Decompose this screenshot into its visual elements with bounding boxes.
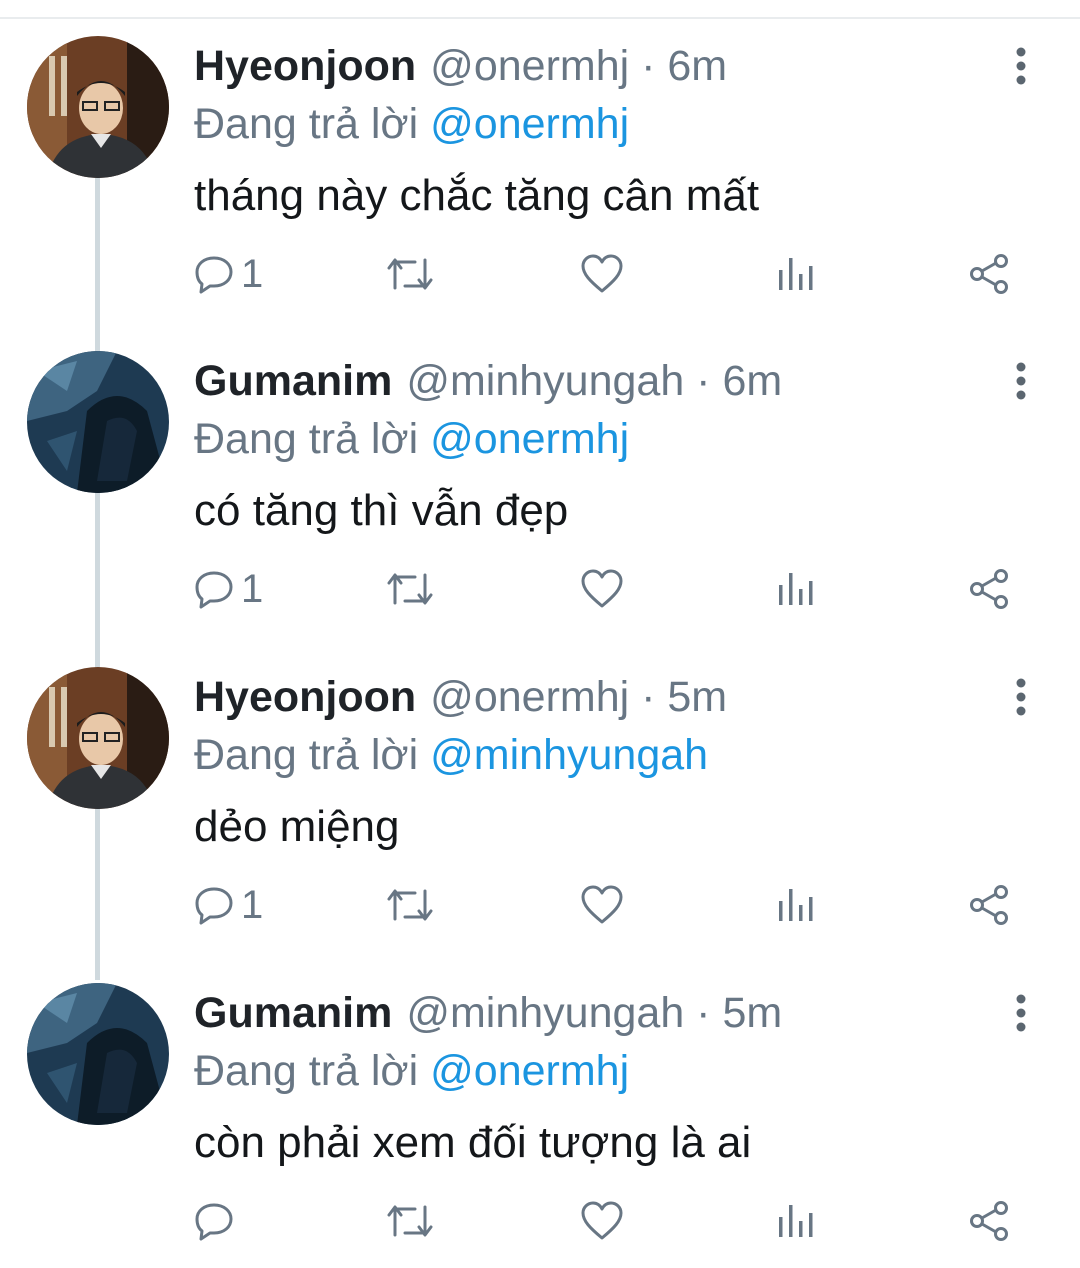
replying-label: Đang trả lời [194,100,419,148]
share-icon [970,254,1008,294]
share-icon [970,885,1008,925]
display-name[interactable]: Gumanim [194,357,392,405]
avatar[interactable] [27,351,169,493]
tweet[interactable]: Hyeonjoon @onermhj · 6m Đang trả lời @one… [0,0,1080,316]
action-bar [0,1191,1080,1251]
analytics-button[interactable] [776,244,816,304]
action-bar: 1 [0,559,1080,619]
reply-count: 1 [241,252,264,296]
more-vertical-icon[interactable] [1004,677,1038,717]
heart-icon [581,254,623,293]
avatar-photo-gumanim [27,983,169,1125]
retweet-icon [387,258,433,290]
heart-icon [581,885,623,924]
handle-and-time: @onermhj · 6m [430,42,728,90]
tweet[interactable]: Gumanim @minhyungah · 5m Đang trả lời @on… [0,947,1080,1263]
avatar[interactable] [27,983,169,1125]
retweet-button[interactable] [385,244,435,304]
reply-icon [195,571,233,609]
reply-mention-link[interactable]: @onermhj [430,1047,629,1095]
like-button[interactable] [580,244,624,304]
reply-mention-link[interactable]: @onermhj [430,415,629,463]
tweet-header: Hyeonjoon @onermhj · 6m [194,38,727,94]
analytics-icon [779,258,813,290]
heart-icon [581,1201,623,1240]
like-button[interactable] [580,1191,624,1251]
avatar-photo-gumanim [27,351,169,493]
tweet-header: Gumanim @minhyungah · 6m [194,353,782,409]
more-vertical-icon[interactable] [1004,993,1038,1033]
more-vertical-icon[interactable] [1004,46,1038,86]
retweet-button[interactable] [385,559,435,619]
share-icon [970,569,1008,609]
analytics-button[interactable] [776,875,816,935]
replying-label: Đang trả lời [194,731,419,779]
avatar[interactable] [27,36,169,178]
handle-and-time: @onermhj · 5m [430,673,728,721]
action-bar: 1 [0,875,1080,935]
retweet-button[interactable] [385,875,435,935]
replying-to: Đang trả lời @onermhj [194,411,629,467]
retweet-icon [387,1205,433,1237]
replying-to: Đang trả lời @onermhj [194,96,629,152]
retweet-icon [387,573,433,605]
replying-to: Đang trả lời @onermhj [194,1043,629,1099]
analytics-icon [779,1205,813,1237]
replying-to: Đang trả lời @minhyungah [194,727,708,783]
analytics-button[interactable] [776,1191,816,1251]
analytics-button[interactable] [776,559,816,619]
share-button[interactable] [968,1191,1010,1251]
tweet-header: Gumanim @minhyungah · 5m [194,985,782,1041]
reply-button[interactable]: 1 [193,559,263,619]
tweet-header: Hyeonjoon @onermhj · 5m [194,669,727,725]
share-button[interactable] [968,875,1010,935]
share-icon [970,1201,1008,1241]
share-button[interactable] [968,244,1010,304]
reply-button[interactable]: 1 [193,244,263,304]
reply-button[interactable]: 1 [193,875,263,935]
reply-mention-link[interactable]: @onermhj [430,100,629,148]
share-button[interactable] [968,559,1010,619]
display-name[interactable]: Hyeonjoon [194,42,416,90]
tweet[interactable]: Gumanim @minhyungah · 6m Đang trả lời @on… [0,315,1080,631]
tweet[interactable]: Hyeonjoon @onermhj · 5m Đang trả lời @min… [0,631,1080,947]
tweet-text: còn phải xem đối tượng là ai [194,1118,752,1167]
more-vertical-icon[interactable] [1004,361,1038,401]
retweet-icon [387,889,433,921]
analytics-icon [779,573,813,605]
tweet-text: tháng này chắc tăng cân mất [194,171,760,220]
handle-and-time: @minhyungah · 5m [406,989,783,1037]
avatar-photo-hyeonjoon [27,667,169,809]
reply-mention-link[interactable]: @minhyungah [430,731,708,779]
avatar[interactable] [27,667,169,809]
retweet-button[interactable] [385,1191,435,1251]
analytics-icon [779,889,813,921]
display-name[interactable]: Gumanim [194,989,392,1037]
action-bar: 1 [0,244,1080,304]
avatar-photo-hyeonjoon [27,36,169,178]
tweet-text: dẻo miệng [194,802,400,851]
reply-count: 1 [241,567,264,611]
reply-count: 1 [241,883,264,927]
display-name[interactable]: Hyeonjoon [194,673,416,721]
tweet-text: có tăng thì vẫn đẹp [194,486,569,535]
replying-label: Đang trả lời [194,415,419,463]
replying-label: Đang trả lời [194,1047,419,1095]
reply-button[interactable] [193,1191,241,1251]
reply-icon [195,1203,233,1241]
handle-and-time: @minhyungah · 6m [406,357,783,405]
reply-icon [195,256,233,294]
like-button[interactable] [580,559,624,619]
like-button[interactable] [580,875,624,935]
heart-icon [581,569,623,608]
reply-icon [195,887,233,925]
